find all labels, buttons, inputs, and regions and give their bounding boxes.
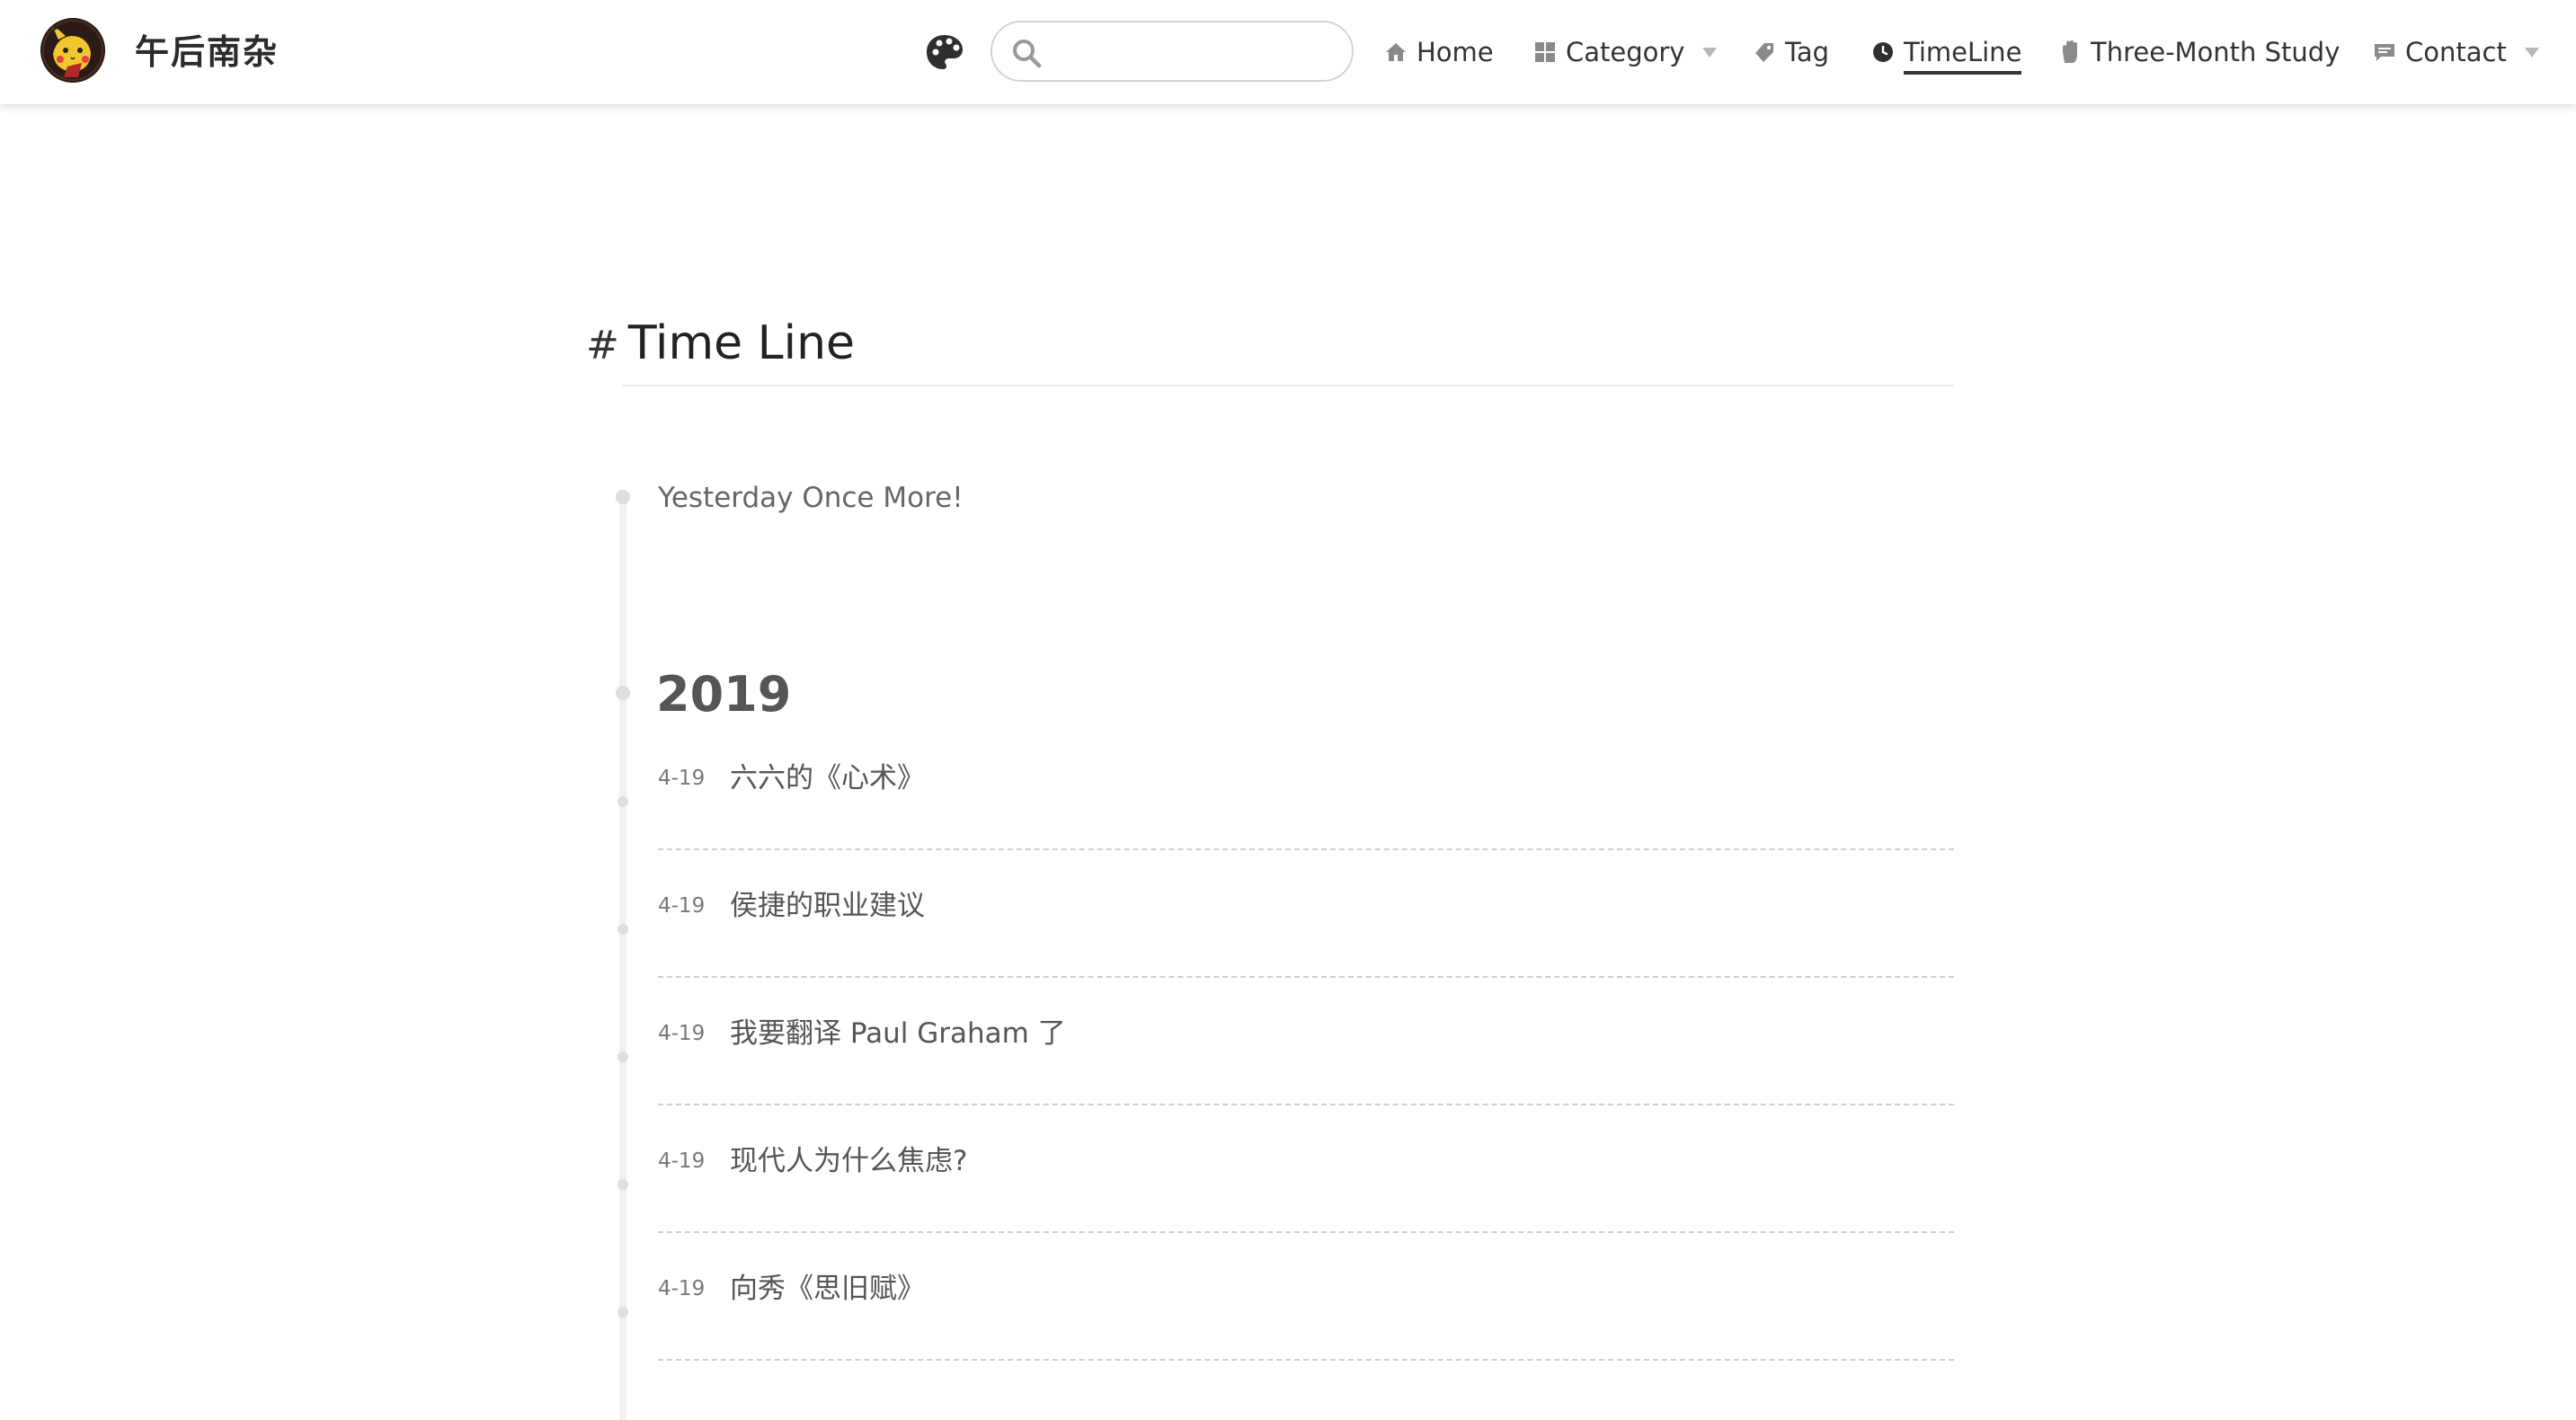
home-icon [1382,39,1409,66]
post-title-link[interactable]: 六六的《心术》 [730,757,925,800]
theme-toggle-button[interactable] [924,32,965,72]
post-date: 4-19 [658,1277,706,1300]
post-date: 4-19 [658,1022,706,1045]
nav-contact[interactable]: Contact [2371,27,2539,77]
nav-three-month-study-label: Three-Month Study [2091,37,2341,67]
nav-tag-label: Tag [1785,37,1830,67]
post-item[interactable]: 4-19 向秀《思旧赋》 [658,1233,1954,1361]
message-icon [2371,39,2398,66]
timeline-tagline: Yesterday Once More! [658,482,964,514]
pikachu-avatar-image [40,18,105,83]
grid-icon [1532,39,1559,66]
nav-tag[interactable]: Tag [1751,27,1829,77]
post-title-link[interactable]: 侯捷的职业建议 [730,884,925,927]
chevron-down-icon [1702,47,1718,58]
post-date: 4-19 [658,894,706,918]
post-title-link[interactable]: 向秀《思旧赋》 [730,1267,925,1310]
post-title-link[interactable]: 现代人为什么焦虑? [730,1140,967,1183]
post-item[interactable]: 4-19 现代人为什么焦虑? [658,1105,1954,1233]
search-icon[interactable] [1010,37,1043,69]
timeline-axis [619,494,626,1420]
chevron-down-icon [2524,47,2539,58]
heading-divider [622,385,1954,386]
timeline-dot [617,1052,628,1062]
post-date: 4-19 [658,1149,706,1173]
nav-timeline-label: TimeLine [1904,37,2022,75]
post-item[interactable]: 4-19 我要翻译 Paul Graham 了 [658,978,1954,1105]
timeline-dot [617,796,628,807]
timeline-dot [616,686,630,700]
nav-contact-label: Contact [2405,37,2507,67]
nav-category-label: Category [1566,37,1685,67]
nav-timeline[interactable]: TimeLine [1870,27,2022,77]
timeline-dot [617,924,628,935]
clock-icon [1870,39,1896,66]
tag-icon [1751,39,1778,66]
post-title-link[interactable]: 我要翻译 Paul Graham 了 [730,1012,1066,1055]
page-title-text: Time Line [627,316,856,370]
site-avatar[interactable] [40,18,105,83]
heading-anchor[interactable]: # [586,323,619,368]
page-title: # Time Line [586,316,855,381]
timeline-dot [617,1307,628,1318]
nav-category[interactable]: Category [1532,27,1718,77]
site-title[interactable]: 午后南杂 [135,27,279,77]
timeline-dot [617,1179,628,1190]
nav-home[interactable]: Home [1382,27,1494,77]
palette-icon [927,35,963,69]
post-date: 4-19 [658,767,706,790]
nav-three-month-study[interactable]: Three-Month Study [2056,27,2340,77]
search-input[interactable] [1055,31,1334,71]
post-item[interactable]: 4-19 六六的《心术》 [658,723,1954,850]
search-box [990,21,1354,82]
nav-home-label: Home [1417,37,1494,67]
post-item[interactable]: 4-19 侯捷的职业建议 [658,850,1954,978]
top-navbar: 午后南杂 Home Category Tag TimeLine Three-Mo… [0,0,2576,104]
timeline-year: 2019 [656,666,792,723]
timeline-dot [616,490,630,504]
hand-icon [2056,39,2083,66]
